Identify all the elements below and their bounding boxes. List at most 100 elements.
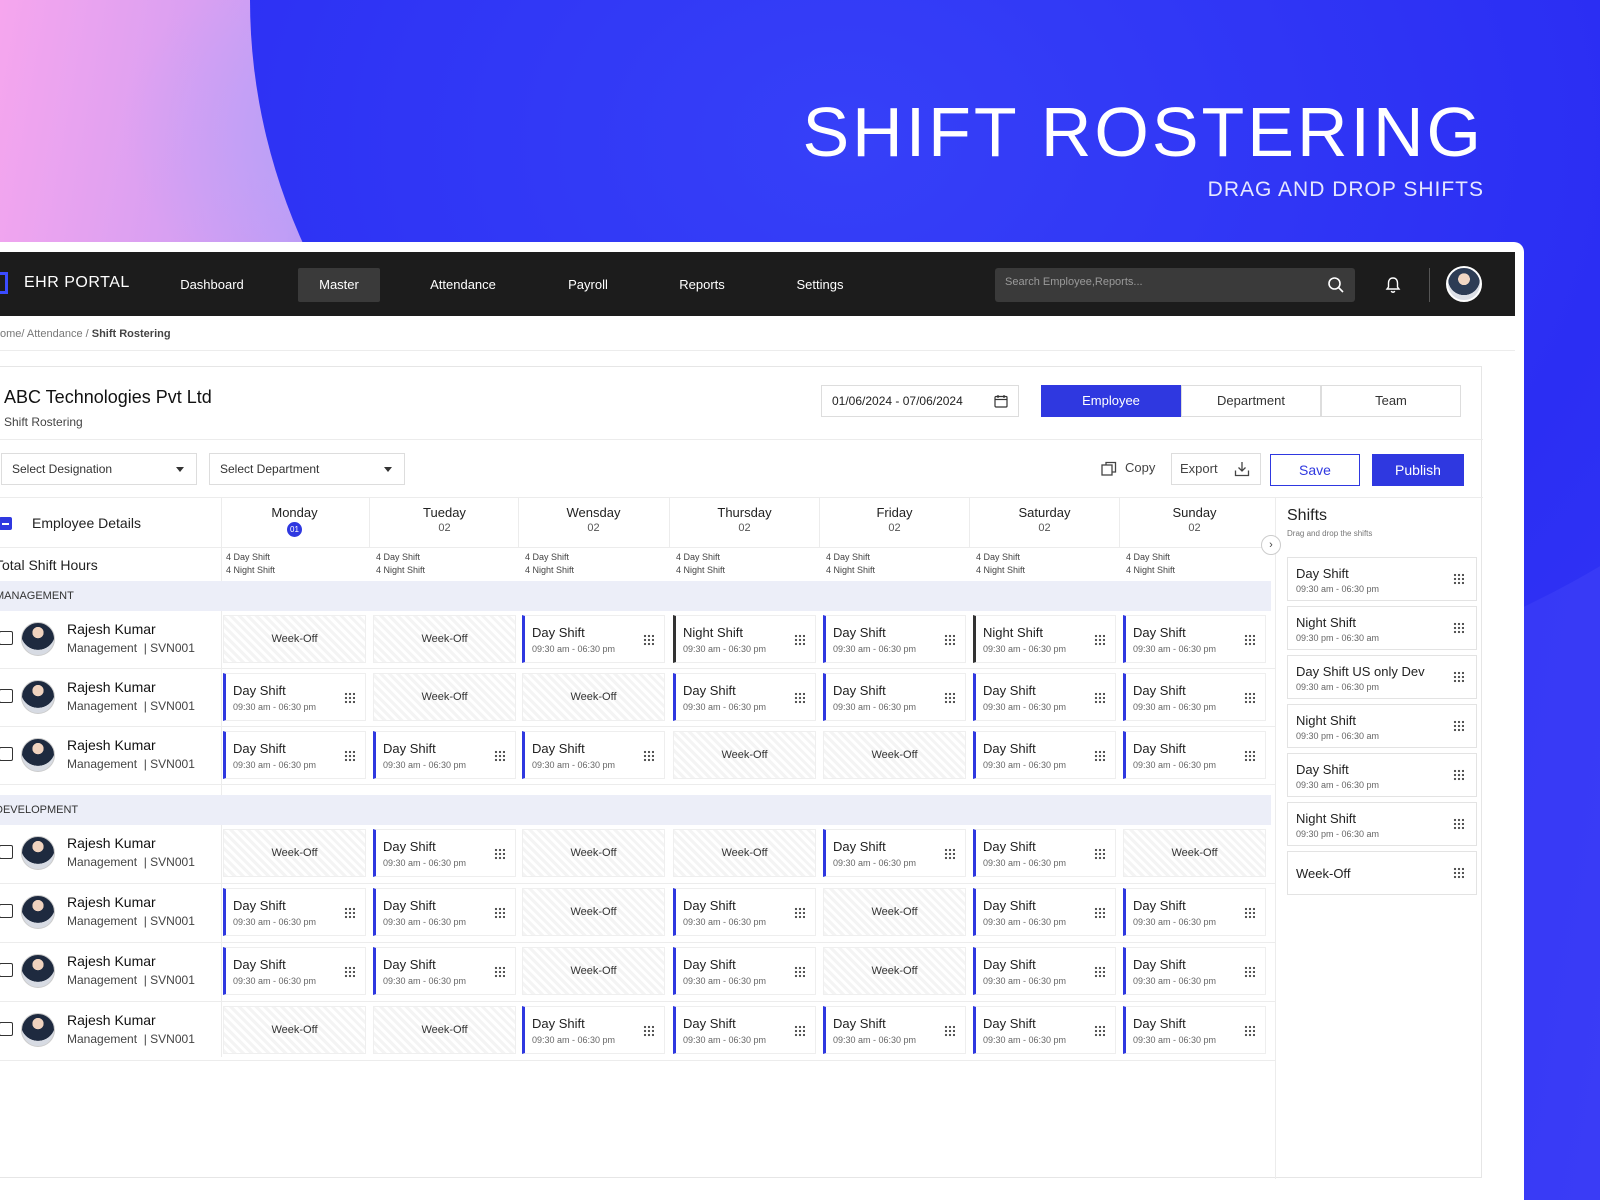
night-shift-cell[interactable]: Night Shift 09:30 am - 06:30 pm xyxy=(973,615,1116,663)
day-shift-cell[interactable]: Day Shift 09:30 am - 06:30 pm xyxy=(1123,731,1266,779)
drag-handle-icon[interactable] xyxy=(643,1025,654,1037)
drag-handle-icon[interactable] xyxy=(1244,634,1255,646)
drag-handle-icon[interactable] xyxy=(1244,966,1255,978)
day-shift-cell[interactable]: Day Shift 09:30 am - 06:30 pm xyxy=(223,731,366,779)
week-off-cell[interactable]: Week-Off xyxy=(823,888,966,936)
row-checkbox[interactable] xyxy=(0,845,13,859)
drag-handle-icon[interactable] xyxy=(794,634,805,646)
day-shift-cell[interactable]: Day Shift 09:30 am - 06:30 pm xyxy=(973,888,1116,936)
shift-template-card[interactable]: Week-Off xyxy=(1287,851,1477,895)
drag-handle-icon[interactable] xyxy=(944,634,955,646)
drag-handle-icon[interactable] xyxy=(643,634,654,646)
week-off-cell[interactable]: Week-Off xyxy=(373,1006,516,1054)
drag-handle-icon[interactable] xyxy=(794,966,805,978)
drag-handle-icon[interactable] xyxy=(1453,573,1464,585)
day-shift-cell[interactable]: Day Shift 09:30 am - 06:30 pm xyxy=(223,888,366,936)
shift-template-card[interactable]: Day Shift US only Dev 09:30 am - 06:30 pm xyxy=(1287,655,1477,699)
department-select[interactable]: Select Department xyxy=(209,453,405,485)
search-input[interactable] xyxy=(1005,276,1315,288)
drag-handle-icon[interactable] xyxy=(1453,720,1464,732)
collapse-all-checkbox[interactable] xyxy=(0,517,12,530)
nav-attendance[interactable]: Attendance xyxy=(415,268,511,302)
week-off-cell[interactable]: Week-Off xyxy=(522,829,665,877)
day-shift-cell[interactable]: Day Shift 09:30 am - 06:30 pm xyxy=(673,888,816,936)
week-off-cell[interactable]: Week-Off xyxy=(823,731,966,779)
day-shift-cell[interactable]: Day Shift 09:30 am - 06:30 pm xyxy=(973,731,1116,779)
day-shift-cell[interactable]: Day Shift 09:30 am - 06:30 pm xyxy=(1123,673,1266,721)
nav-dashboard[interactable]: Dashboard xyxy=(160,268,264,302)
shift-template-card[interactable]: Night Shift 09:30 pm - 06:30 am xyxy=(1287,704,1477,748)
shift-template-card[interactable]: Night Shift 09:30 pm - 06:30 am xyxy=(1287,802,1477,846)
drag-handle-icon[interactable] xyxy=(1453,867,1464,879)
week-off-cell[interactable]: Week-Off xyxy=(373,673,516,721)
day-shift-cell[interactable]: Day Shift 09:30 am - 06:30 pm xyxy=(373,947,516,995)
day-shift-cell[interactable]: Day Shift 09:30 am - 06:30 pm xyxy=(373,829,516,877)
user-avatar[interactable] xyxy=(1446,266,1482,302)
calendar-icon[interactable] xyxy=(994,394,1008,408)
designation-select[interactable]: Select Designation xyxy=(1,453,197,485)
row-checkbox[interactable] xyxy=(0,689,13,703)
drag-handle-icon[interactable] xyxy=(1244,750,1255,762)
nav-master[interactable]: Master xyxy=(298,268,380,302)
day-shift-cell[interactable]: Day Shift 09:30 am - 06:30 pm xyxy=(823,673,966,721)
drag-handle-icon[interactable] xyxy=(1453,818,1464,830)
day-shift-cell[interactable]: Day Shift 09:30 am - 06:30 pm xyxy=(823,829,966,877)
save-button[interactable]: Save xyxy=(1270,454,1360,486)
day-shift-cell[interactable]: Day Shift 09:30 am - 06:30 pm xyxy=(973,1006,1116,1054)
drag-handle-icon[interactable] xyxy=(1094,692,1105,704)
drag-handle-icon[interactable] xyxy=(1453,769,1464,781)
drag-handle-icon[interactable] xyxy=(494,750,505,762)
week-off-cell[interactable]: Week-Off xyxy=(522,888,665,936)
day-shift-cell[interactable]: Day Shift 09:30 am - 06:30 pm xyxy=(373,731,516,779)
week-off-cell[interactable]: Week-Off xyxy=(1123,829,1266,877)
drag-handle-icon[interactable] xyxy=(1453,671,1464,683)
week-off-cell[interactable]: Week-Off xyxy=(522,947,665,995)
shift-template-card[interactable]: Night Shift 09:30 pm - 06:30 am xyxy=(1287,606,1477,650)
day-shift-cell[interactable]: Day Shift 09:30 am - 06:30 pm xyxy=(973,829,1116,877)
week-off-cell[interactable]: Week-Off xyxy=(223,615,366,663)
nav-payroll[interactable]: Payroll xyxy=(550,268,626,302)
tab-department[interactable]: Department xyxy=(1181,385,1321,417)
shift-template-card[interactable]: Day Shift 09:30 am - 06:30 pm xyxy=(1287,753,1477,797)
day-shift-cell[interactable]: Day Shift 09:30 am - 06:30 pm xyxy=(823,1006,966,1054)
nav-reports[interactable]: Reports xyxy=(664,268,740,302)
drag-handle-icon[interactable] xyxy=(1244,907,1255,919)
day-shift-cell[interactable]: Day Shift 09:30 am - 06:30 pm xyxy=(1123,888,1266,936)
day-shift-cell[interactable]: Day Shift 09:30 am - 06:30 pm xyxy=(973,947,1116,995)
week-off-cell[interactable]: Week-Off xyxy=(223,1006,366,1054)
drag-handle-icon[interactable] xyxy=(1453,622,1464,634)
drag-handle-icon[interactable] xyxy=(944,848,955,860)
drag-handle-icon[interactable] xyxy=(344,750,355,762)
tab-employee[interactable]: Employee xyxy=(1041,385,1181,417)
day-shift-cell[interactable]: Day Shift 09:30 am - 06:30 pm xyxy=(522,615,665,663)
drag-handle-icon[interactable] xyxy=(1244,692,1255,704)
drag-handle-icon[interactable] xyxy=(1244,1025,1255,1037)
drag-handle-icon[interactable] xyxy=(1094,848,1105,860)
day-shift-cell[interactable]: Day Shift 09:30 am - 06:30 pm xyxy=(223,947,366,995)
drag-handle-icon[interactable] xyxy=(494,848,505,860)
day-shift-cell[interactable]: Day Shift 09:30 am - 06:30 pm xyxy=(223,673,366,721)
drag-handle-icon[interactable] xyxy=(344,966,355,978)
date-range-picker[interactable]: 01/06/2024 - 07/06/2024 xyxy=(821,385,1019,417)
nav-settings[interactable]: Settings xyxy=(778,268,862,302)
publish-button[interactable]: Publish xyxy=(1372,454,1464,486)
copy-button[interactable]: Copy xyxy=(1101,453,1161,485)
drag-handle-icon[interactable] xyxy=(1094,634,1105,646)
day-shift-cell[interactable]: Day Shift 09:30 am - 06:30 pm xyxy=(522,1006,665,1054)
drag-handle-icon[interactable] xyxy=(1094,1025,1105,1037)
day-shift-cell[interactable]: Day Shift 09:30 am - 06:30 pm xyxy=(522,731,665,779)
row-checkbox[interactable] xyxy=(0,747,13,761)
day-shift-cell[interactable]: Day Shift 09:30 am - 06:30 pm xyxy=(973,673,1116,721)
day-shift-cell[interactable]: Day Shift 09:30 am - 06:30 pm xyxy=(1123,1006,1266,1054)
day-shift-cell[interactable]: Day Shift 09:30 am - 06:30 pm xyxy=(673,1006,816,1054)
row-checkbox[interactable] xyxy=(0,963,13,977)
drag-handle-icon[interactable] xyxy=(944,692,955,704)
drag-handle-icon[interactable] xyxy=(494,907,505,919)
bell-icon[interactable] xyxy=(1384,276,1402,294)
row-checkbox[interactable] xyxy=(0,1022,13,1036)
drag-handle-icon[interactable] xyxy=(1094,966,1105,978)
drag-handle-icon[interactable] xyxy=(1094,750,1105,762)
week-off-cell[interactable]: Week-Off xyxy=(223,829,366,877)
day-shift-cell[interactable]: Day Shift 09:30 am - 06:30 pm xyxy=(373,888,516,936)
search-icon[interactable] xyxy=(1327,276,1345,294)
